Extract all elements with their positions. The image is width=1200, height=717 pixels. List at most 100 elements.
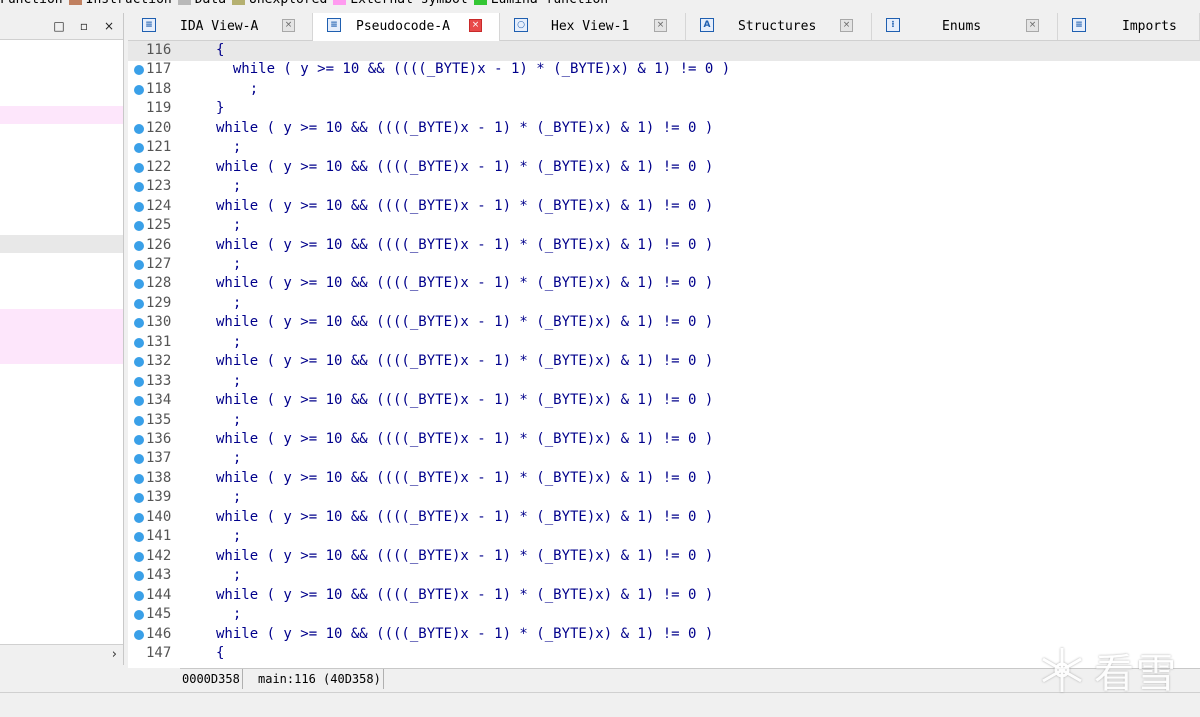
tab-close-icon[interactable]: ×: [282, 19, 295, 32]
breakpoint-dot-icon[interactable]: [134, 298, 144, 309]
breakpoint-dot-icon[interactable]: [134, 396, 144, 407]
code-line[interactable]: 144 while ( y >= 10 && ((((_BYTE)x - 1) *…: [128, 586, 1200, 606]
breakpoint-dot-icon[interactable]: [134, 590, 144, 601]
breakpoint-dot-icon[interactable]: [134, 493, 144, 504]
tab-hex-view-1[interactable]: ○ Hex View-1 ×: [500, 13, 686, 40]
breakpoint-dot-icon[interactable]: [134, 240, 144, 251]
code-line[interactable]: 145 ;: [128, 605, 1200, 625]
breakpoint-dot-icon[interactable]: [134, 162, 144, 173]
tab-close-icon[interactable]: ×: [1026, 19, 1039, 32]
breakpoint-dot-icon[interactable]: [134, 259, 144, 270]
code-text[interactable]: while ( y >= 10 && ((((_BYTE)x - 1) * (_…: [216, 197, 713, 217]
chevron-right-icon[interactable]: ›: [112, 647, 117, 662]
tab-structures[interactable]: A Structures ×: [686, 13, 872, 40]
code-text[interactable]: ;: [216, 333, 241, 353]
code-line[interactable]: 141 ;: [128, 527, 1200, 547]
list-item[interactable]: [0, 309, 123, 364]
code-line[interactable]: 135 ;: [128, 411, 1200, 431]
breakpoint-dot-icon[interactable]: [134, 473, 144, 484]
breakpoint-dot-icon[interactable]: [134, 415, 144, 426]
code-text[interactable]: {: [216, 644, 224, 664]
code-text[interactable]: while ( y >= 10 && ((((_BYTE)x - 1) * (_…: [216, 352, 713, 372]
code-line[interactable]: 125 ;: [128, 216, 1200, 236]
code-text[interactable]: ;: [216, 138, 241, 158]
code-text[interactable]: while ( y >= 10 && ((((_BYTE)x - 1) * (_…: [216, 430, 713, 450]
breakpoint-dot-icon[interactable]: [134, 65, 144, 76]
float-icon[interactable]: ▫: [75, 17, 93, 35]
code-text[interactable]: ;: [216, 255, 241, 275]
code-line[interactable]: 123 ;: [128, 177, 1200, 197]
restore-icon[interactable]: □: [50, 17, 68, 35]
code-line[interactable]: 131 ;: [128, 333, 1200, 353]
code-text[interactable]: ;: [216, 566, 241, 586]
code-text[interactable]: while ( y >= 10 && ((((_BYTE)x - 1) * (_…: [216, 508, 713, 528]
code-text[interactable]: while ( y >= 10 && ((((_BYTE)x - 1) * (_…: [216, 391, 713, 411]
tab-ida-view-a[interactable]: ≡ IDA View-A ×: [128, 13, 313, 40]
code-text[interactable]: while ( y >= 10 && ((((_BYTE)x - 1) * (_…: [216, 547, 713, 567]
functions-panel[interactable]: □ ▫ × ›: [0, 13, 124, 666]
code-text[interactable]: ;: [216, 216, 241, 236]
breakpoint-dot-icon[interactable]: [134, 629, 144, 640]
breakpoint-dot-icon[interactable]: [134, 435, 144, 445]
code-line[interactable]: 122 while ( y >= 10 && ((((_BYTE)x - 1) *…: [128, 158, 1200, 178]
code-line[interactable]: 143 ;: [128, 566, 1200, 586]
code-text[interactable]: while ( y >= 10 && ((((_BYTE)x - 1) * (_…: [216, 625, 713, 645]
breakpoint-dot-icon[interactable]: [134, 532, 144, 543]
breakpoint-dot-icon[interactable]: [134, 551, 144, 562]
breakpoint-dot-icon[interactable]: [134, 337, 144, 348]
pseudocode-view[interactable]: 116 {117 while ( y >= 10 && ((((_BYTE)x -…: [128, 41, 1200, 668]
code-line[interactable]: 119}: [128, 99, 1200, 119]
breakpoint-dot-icon[interactable]: [134, 610, 144, 621]
code-text[interactable]: ;: [216, 411, 241, 431]
code-text[interactable]: while ( y >= 10 && ((((_BYTE)x - 1) * (_…: [216, 586, 713, 606]
code-line[interactable]: 126 while ( y >= 10 && ((((_BYTE)x - 1) *…: [128, 236, 1200, 256]
breakpoint-dot-icon[interactable]: [134, 201, 144, 212]
code-text[interactable]: }: [216, 99, 224, 119]
breakpoint-dot-icon[interactable]: [134, 454, 144, 465]
code-text[interactable]: while ( y >= 10 && ((((_BYTE)x - 1) * (_…: [216, 158, 713, 178]
code-text[interactable]: ;: [216, 177, 241, 197]
breakpoint-dot-icon[interactable]: [134, 84, 144, 95]
tab-close-icon[interactable]: ×: [469, 19, 482, 32]
code-text[interactable]: while ( y >= 10 && ((((_BYTE)x - 1) * (_…: [216, 60, 730, 80]
code-line[interactable]: 117 while ( y >= 10 && ((((_BYTE)x - 1) …: [128, 60, 1200, 80]
code-line[interactable]: 116 {: [128, 41, 1200, 61]
code-line[interactable]: 118 ;: [128, 80, 1200, 100]
code-text[interactable]: while ( y >= 10 && ((((_BYTE)x - 1) * (_…: [216, 236, 713, 256]
code-text[interactable]: while ( y >= 10 && ((((_BYTE)x - 1) * (_…: [216, 119, 713, 139]
code-text[interactable]: ;: [216, 527, 241, 547]
tab-pseudocode-a[interactable]: ≡ Pseudocode-A ×: [313, 13, 500, 41]
breakpoint-dot-icon[interactable]: [134, 221, 144, 232]
code-line[interactable]: 133 ;: [128, 372, 1200, 392]
tab-enums[interactable]: ⁝ Enums ×: [872, 13, 1058, 40]
code-line[interactable]: 129 ;: [128, 294, 1200, 314]
code-line[interactable]: 132 while ( y >= 10 && ((((_BYTE)x - 1) *…: [128, 352, 1200, 372]
breakpoint-dot-icon[interactable]: [134, 318, 144, 329]
code-text[interactable]: ;: [216, 294, 241, 314]
breakpoint-dot-icon[interactable]: [134, 182, 144, 193]
tab-close-icon[interactable]: ×: [654, 19, 667, 32]
tab-imports[interactable]: ≡ Imports: [1058, 13, 1200, 40]
code-text[interactable]: {: [216, 41, 224, 61]
code-text[interactable]: ;: [216, 80, 258, 100]
code-line[interactable]: 128 while ( y >= 10 && ((((_BYTE)x - 1) *…: [128, 274, 1200, 294]
code-line[interactable]: 127 ;: [128, 255, 1200, 275]
code-text[interactable]: ;: [216, 449, 241, 469]
tab-close-icon[interactable]: ×: [840, 19, 853, 32]
code-text[interactable]: ;: [216, 488, 241, 508]
code-line[interactable]: 130 while ( y >= 10 && ((((_BYTE)x - 1) *…: [128, 313, 1200, 333]
breakpoint-dot-icon[interactable]: [134, 357, 144, 368]
code-line[interactable]: 120 while ( y >= 10 && ((((_BYTE)x - 1) *…: [128, 119, 1200, 139]
code-line[interactable]: 142 while ( y >= 10 && ((((_BYTE)x - 1) *…: [128, 547, 1200, 567]
breakpoint-dot-icon[interactable]: [134, 123, 144, 134]
breakpoint-dot-icon[interactable]: [134, 376, 144, 387]
list-item[interactable]: [0, 235, 123, 253]
code-text[interactable]: while ( y >= 10 && ((((_BYTE)x - 1) * (_…: [216, 313, 713, 333]
breakpoint-dot-icon[interactable]: [134, 279, 144, 290]
code-line[interactable]: 134 while ( y >= 10 && ((((_BYTE)x - 1) *…: [128, 391, 1200, 411]
code-line[interactable]: 121 ;: [128, 138, 1200, 158]
code-line[interactable]: 138 while ( y >= 10 && ((((_BYTE)x - 1) *…: [128, 469, 1200, 489]
code-line[interactable]: 136 while ( y >= 10 && ((((_BYTE)x - 1) *…: [128, 430, 1200, 450]
close-icon[interactable]: ×: [100, 17, 118, 35]
breakpoint-dot-icon[interactable]: [134, 512, 144, 523]
